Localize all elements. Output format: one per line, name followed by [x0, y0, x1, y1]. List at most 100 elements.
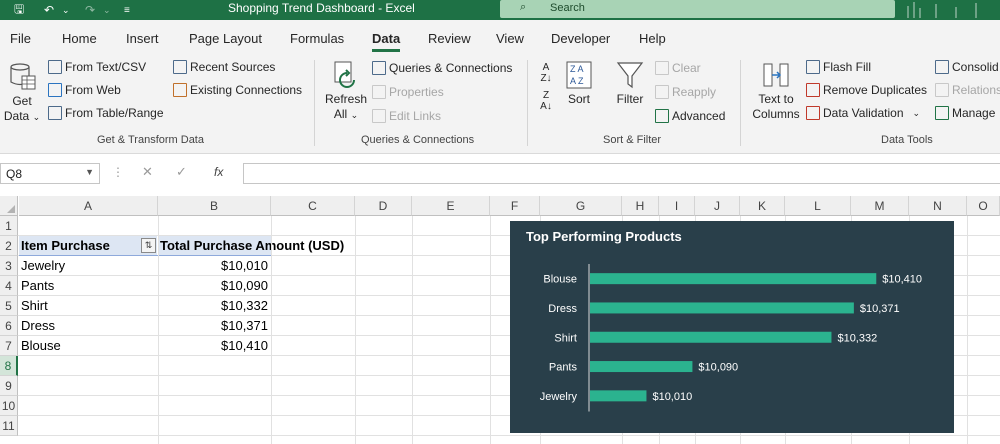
row-header-9[interactable]: 9: [0, 376, 18, 396]
column-header-d[interactable]: D: [355, 196, 412, 216]
sort-button[interactable]: Z A A Z Sort: [562, 60, 596, 107]
bar-chart[interactable]: Top Performing Products Blouse $10,410 Dre…: [510, 221, 954, 433]
row-header-4[interactable]: 4: [0, 276, 18, 296]
table-cell-item[interactable]: Blouse: [21, 336, 61, 356]
select-all-button[interactable]: [0, 196, 18, 216]
enter-icon[interactable]: ✓: [176, 164, 187, 180]
chart-data-label: $10,010: [652, 391, 692, 403]
sort-az-button[interactable]: A Z↓: [535, 62, 557, 84]
column-header-m[interactable]: M: [851, 196, 909, 216]
row-header-3[interactable]: 3: [0, 256, 18, 276]
relationships-button[interactable]: Relations: [935, 83, 1000, 97]
row-header-2[interactable]: 2: [0, 236, 18, 256]
table-cell-item[interactable]: Jewelry: [21, 256, 65, 276]
filter-button[interactable]: Filter: [612, 60, 648, 107]
table-cell-amount[interactable]: $10,371: [158, 316, 271, 336]
row-header-7[interactable]: 7: [0, 336, 18, 356]
text-to-columns-button[interactable]: Text to Columns: [749, 60, 803, 122]
cancel-icon[interactable]: ✕: [142, 164, 153, 180]
queries-connections-button[interactable]: Queries & Connections: [372, 61, 512, 75]
remove-duplicates-button[interactable]: Remove Duplicates: [806, 83, 927, 97]
recent-sources-button[interactable]: Recent Sources: [173, 60, 275, 74]
table-header-item-purchase[interactable]: Item Purchase: [21, 236, 110, 256]
clear-filter-button[interactable]: Clear: [655, 61, 701, 75]
table-cell-item[interactable]: Pants: [21, 276, 54, 296]
refresh-icon: [332, 60, 360, 90]
ribbon-separator: [314, 60, 315, 146]
row-header-10[interactable]: 10: [0, 396, 18, 416]
refresh-all-button[interactable]: Refresh All ⌄: [324, 60, 368, 123]
tab-insert[interactable]: Insert: [126, 31, 159, 46]
chart-bar[interactable]: [590, 273, 877, 285]
from-table-range-button[interactable]: From Table/Range: [48, 106, 164, 120]
edit-links-icon: [372, 109, 386, 123]
tab-review[interactable]: Review: [428, 31, 471, 46]
sort-za-button[interactable]: Z A↓: [535, 90, 557, 112]
tab-home[interactable]: Home: [62, 31, 97, 46]
redo-icon[interactable]: ↷: [85, 0, 95, 20]
sort-filter-dropdown-icon[interactable]: ⇅: [141, 238, 156, 253]
column-header-f[interactable]: F: [490, 196, 540, 216]
tab-data[interactable]: Data: [372, 31, 401, 52]
table-cell-amount[interactable]: $10,010: [158, 256, 271, 276]
insert-function-button[interactable]: fx: [214, 165, 223, 179]
redo-dropdown-icon[interactable]: ⌄: [103, 0, 111, 20]
get-data-button[interactable]: Get Data ⌄: [2, 62, 42, 125]
chart-bar[interactable]: [590, 361, 693, 373]
ribbon-tabs: File Home Insert Page Layout Formulas Da…: [0, 20, 1000, 56]
flash-fill-icon: [806, 60, 820, 74]
row-header-8[interactable]: 8: [0, 356, 18, 376]
manage-data-model-button[interactable]: Manage: [935, 106, 995, 120]
from-text-csv-button[interactable]: From Text/CSV: [48, 60, 146, 74]
group-label-data-tools: Data Tools: [881, 134, 933, 146]
tab-view[interactable]: View: [496, 31, 524, 46]
chart-bar[interactable]: [590, 390, 647, 402]
reapply-button[interactable]: Reapply: [655, 85, 716, 99]
table-header-total-amount[interactable]: Total Purchase Amount (USD): [160, 236, 344, 256]
advanced-filter-button[interactable]: Advanced: [655, 109, 725, 123]
row-header-11[interactable]: 11: [0, 416, 18, 436]
consolidate-button[interactable]: Consolid: [935, 60, 999, 74]
table-cell-item[interactable]: Dress: [21, 316, 55, 336]
column-header-a[interactable]: A: [19, 196, 158, 216]
formula-input[interactable]: [243, 163, 1000, 184]
search-box[interactable]: ⌕ Search: [500, 0, 895, 18]
row-header-5[interactable]: 5: [0, 296, 18, 316]
save-icon[interactable]: 🖫: [14, 0, 24, 20]
row-header-1[interactable]: 1: [0, 216, 18, 236]
table-cell-item[interactable]: Shirt: [21, 296, 48, 316]
table-cell-amount[interactable]: $10,410: [158, 336, 271, 356]
row-header-6[interactable]: 6: [0, 316, 18, 336]
table-cell-amount[interactable]: $10,332: [158, 296, 271, 316]
edit-links-button[interactable]: Edit Links: [372, 109, 441, 123]
column-header-h[interactable]: H: [622, 196, 659, 216]
existing-connections-button[interactable]: Existing Connections: [173, 83, 302, 97]
tab-developer[interactable]: Developer: [551, 31, 610, 46]
chart-category-label: Shirt: [554, 332, 577, 344]
column-header-e[interactable]: E: [412, 196, 490, 216]
undo-dropdown-icon[interactable]: ⌄: [62, 0, 70, 20]
chart-bar[interactable]: [590, 331, 832, 343]
customize-qat-icon[interactable]: ≡: [124, 0, 130, 20]
properties-button[interactable]: Properties: [372, 85, 444, 99]
column-header-i[interactable]: I: [659, 196, 695, 216]
undo-icon[interactable]: ↶: [44, 0, 54, 20]
column-header-c[interactable]: C: [271, 196, 355, 216]
column-header-k[interactable]: K: [740, 196, 785, 216]
column-header-b[interactable]: B: [158, 196, 271, 216]
column-header-l[interactable]: L: [785, 196, 851, 216]
tab-formulas[interactable]: Formulas: [290, 31, 344, 46]
column-header-o[interactable]: O: [967, 196, 1000, 216]
name-box[interactable]: Q8 ▼: [0, 163, 100, 184]
column-header-g[interactable]: G: [540, 196, 622, 216]
flash-fill-button[interactable]: Flash Fill: [806, 60, 871, 74]
tab-page-layout[interactable]: Page Layout: [189, 31, 262, 46]
from-web-button[interactable]: From Web: [48, 83, 121, 97]
column-header-n[interactable]: N: [909, 196, 967, 216]
tab-file[interactable]: File: [10, 31, 31, 46]
column-header-j[interactable]: J: [695, 196, 740, 216]
chart-bar[interactable]: [590, 302, 854, 314]
table-cell-amount[interactable]: $10,090: [158, 276, 271, 296]
data-validation-button[interactable]: Data Validation ⌄: [806, 106, 920, 120]
tab-help[interactable]: Help: [639, 31, 666, 46]
